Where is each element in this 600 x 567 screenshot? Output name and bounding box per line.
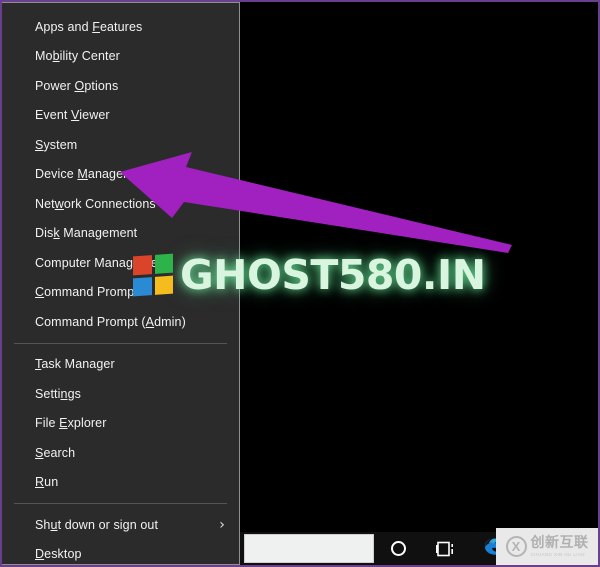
- menu-item-mobility-center[interactable]: Mobility Center: [2, 42, 239, 72]
- cortana-icon[interactable]: [374, 532, 422, 565]
- menu-item-label: Network Connections: [35, 196, 156, 211]
- menu-item-shut-down-or-sign-out[interactable]: Shut down or sign out ›: [2, 510, 239, 540]
- menu-item-label: Apps and Features: [35, 19, 143, 34]
- taskbar[interactable]: [240, 532, 598, 565]
- menu-item-label: Event Viewer: [35, 108, 110, 123]
- edge-icon[interactable]: [470, 532, 518, 565]
- menu-item-computer-management[interactable]: Computer Management: [2, 248, 239, 278]
- menu-item-label: Task Manager: [35, 357, 115, 372]
- menu-item-settings[interactable]: Settings: [2, 379, 239, 409]
- menu-item-disk-management[interactable]: Disk Management: [2, 219, 239, 249]
- menu-item-event-viewer[interactable]: Event Viewer: [2, 101, 239, 131]
- cortana-ring-glyph: [390, 541, 406, 556]
- menu-item-label: Settings: [35, 386, 81, 401]
- menu-item-command-prompt-admin[interactable]: Command Prompt (Admin): [2, 307, 239, 337]
- menu-item-label: Computer Management: [35, 255, 169, 270]
- taskbar-search-input[interactable]: [244, 534, 374, 563]
- menu-item-desktop[interactable]: Desktop: [2, 540, 239, 566]
- menu-item-apps-and-features[interactable]: Apps and Features: [2, 12, 239, 42]
- menu-item-run[interactable]: Run: [2, 468, 239, 498]
- menu-item-label: Power Options: [35, 78, 119, 93]
- menu-item-label: Command Prompt (Admin): [35, 314, 186, 329]
- menu-item-label: Shut down or sign out: [35, 517, 159, 532]
- menu-item-label: Desktop: [35, 547, 82, 562]
- desktop-screen: Apps and Features Mobility Center Power Op…: [0, 0, 600, 567]
- menu-item-label: Search: [35, 445, 76, 460]
- menu-item-system[interactable]: System: [2, 130, 239, 160]
- menu-item-network-connections[interactable]: Network Connections: [2, 189, 239, 219]
- menu-item-task-manager[interactable]: Task Manager: [2, 350, 239, 380]
- menu-item-label: Run: [35, 475, 59, 490]
- menu-item-device-manager[interactable]: Device Manager: [2, 160, 239, 190]
- edge-glyph: [484, 538, 504, 555]
- menu-separator: [14, 342, 227, 344]
- menu-item-label: File Explorer: [35, 416, 107, 431]
- task-view-glyph: [436, 541, 453, 556]
- menu-item-label: Device Manager: [35, 167, 128, 182]
- menu-item-label: Command Prompt: [35, 285, 138, 300]
- menu-item-label: Mobility Center: [35, 49, 120, 64]
- power-user-menu[interactable]: Apps and Features Mobility Center Power Op…: [2, 2, 240, 565]
- chevron-right-icon: ›: [219, 516, 225, 533]
- menu-separator: [14, 503, 227, 504]
- menu-list: Apps and Features Mobility Center Power Op…: [2, 3, 239, 566]
- menu-item-search[interactable]: Search: [2, 438, 239, 468]
- task-view-icon[interactable]: [422, 532, 470, 565]
- menu-item-label: System: [35, 137, 78, 152]
- menu-item-command-prompt[interactable]: Command Prompt: [2, 278, 239, 308]
- menu-item-label: Disk Management: [35, 226, 138, 241]
- menu-item-file-explorer[interactable]: File Explorer: [2, 409, 239, 439]
- menu-item-power-options[interactable]: Power Options: [2, 71, 239, 101]
